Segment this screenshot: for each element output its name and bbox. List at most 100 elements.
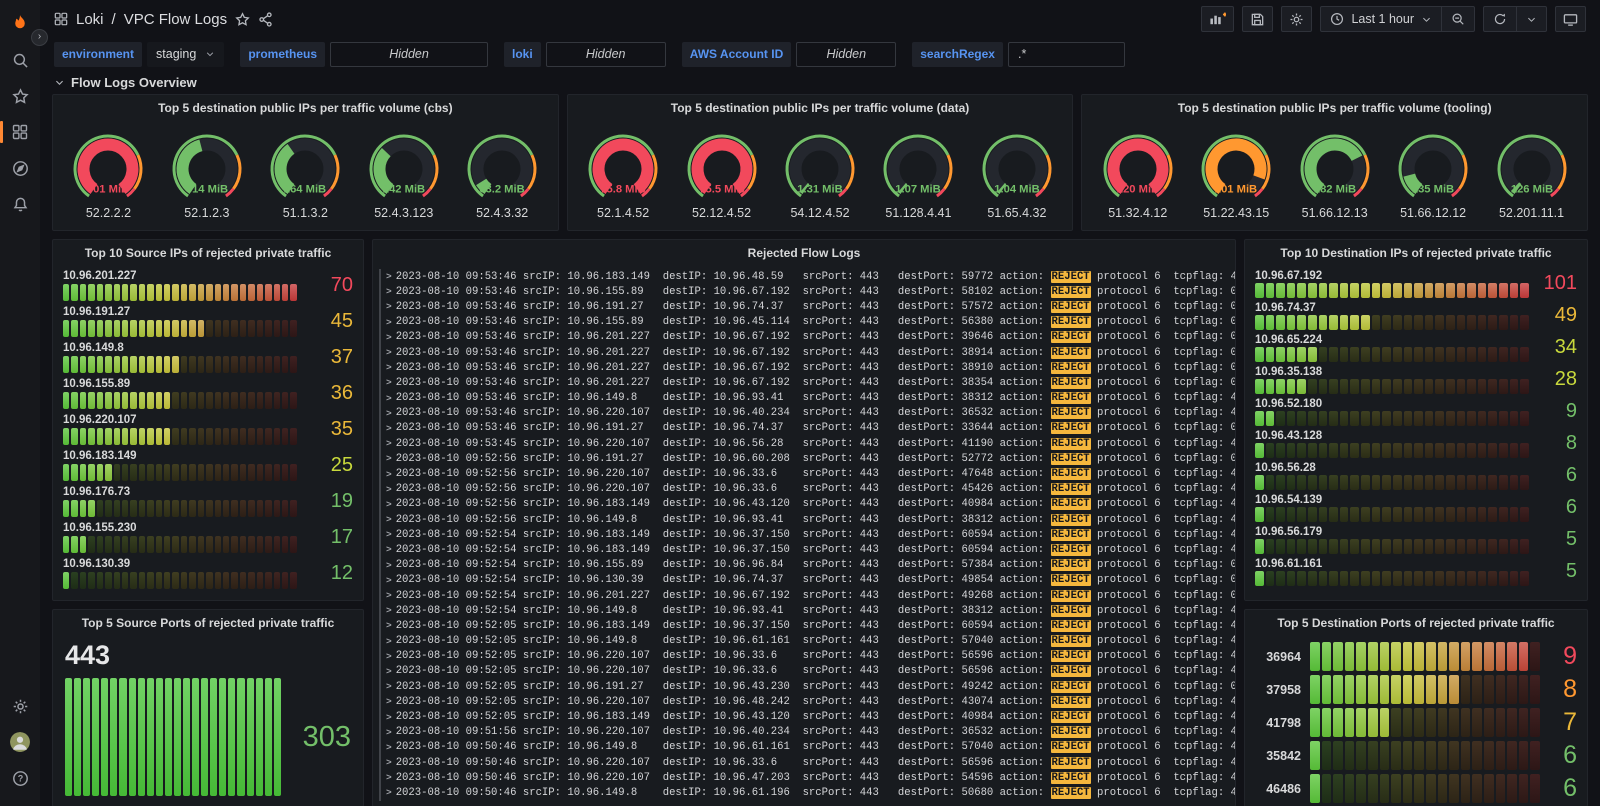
log-line[interactable]: >2023-08-10 09:52:05 srcIP: 10.96.183.14… — [379, 709, 1229, 724]
bar-gauge-row[interactable]: 10.96.191.2745 — [63, 305, 353, 337]
log-line[interactable]: >2023-08-10 09:53:46 srcIP: 10.96.191.27… — [379, 421, 1229, 436]
variable-environment-select[interactable]: staging — [147, 42, 224, 67]
gauge[interactable]: 201 MiB51.22.43.15 — [1189, 131, 1283, 220]
variable-search-regex-input[interactable]: .* — [1008, 42, 1125, 67]
panel-title[interactable]: Top 5 Destination Ports of rejected priv… — [1245, 610, 1587, 636]
gauge[interactable]: 242 MiB52.4.3.123 — [357, 131, 451, 220]
log-line[interactable]: >2023-08-10 09:53:46 srcIP: 10.96.201.22… — [379, 345, 1229, 360]
row-flow-logs-overview[interactable]: Flow Logs Overview — [40, 70, 1600, 94]
log-line[interactable]: >2023-08-10 09:52:54 srcIP: 10.96.130.39… — [379, 573, 1229, 588]
tv-mode-button[interactable] — [1555, 6, 1586, 32]
log-expand-chevron-icon[interactable]: > — [386, 757, 392, 768]
log-expand-chevron-icon[interactable]: > — [386, 393, 392, 404]
log-line[interactable]: >2023-08-10 09:50:46 srcIP: 10.96.149.8 … — [379, 740, 1229, 755]
log-line[interactable]: >2023-08-10 09:52:54 srcIP: 10.96.155.89… — [379, 558, 1229, 573]
log-line[interactable]: >2023-08-10 09:51:56 srcIP: 10.96.220.10… — [379, 725, 1229, 740]
log-expand-chevron-icon[interactable]: > — [386, 514, 392, 525]
log-line[interactable]: >2023-08-10 09:52:05 srcIP: 10.96.220.10… — [379, 649, 1229, 664]
log-expand-chevron-icon[interactable]: > — [386, 605, 392, 616]
bar-gauge-row[interactable]: 10.96.35.13828 — [1255, 365, 1577, 394]
bar-gauge-row[interactable]: 10.96.201.22770 — [63, 269, 353, 301]
time-range-picker[interactable]: Last 1 hour — [1321, 7, 1441, 31]
log-line[interactable]: >2023-08-10 09:52:05 srcIP: 10.96.149.8 … — [379, 634, 1229, 649]
gauge[interactable]: 75.8 MiB52.1.4.52 — [576, 131, 670, 220]
log-line[interactable]: >2023-08-10 09:53:46 srcIP: 10.96.183.14… — [379, 269, 1229, 284]
refresh-interval-dropdown[interactable] — [1516, 7, 1546, 31]
bar-gauge-row[interactable]: 303 — [65, 678, 351, 796]
bar-gauge-row[interactable]: 10.96.130.3912 — [63, 557, 353, 589]
gauge[interactable]: 75.5 MiB52.12.4.52 — [675, 131, 769, 220]
dashboard-settings-button[interactable] — [1281, 6, 1312, 32]
log-line[interactable]: >2023-08-10 09:52:05 srcIP: 10.96.183.14… — [379, 618, 1229, 633]
bar-gauge-row[interactable]: 10.96.155.8936 — [63, 377, 353, 409]
log-line[interactable]: >2023-08-10 09:52:05 srcIP: 10.96.191.27… — [379, 679, 1229, 694]
panel-title[interactable]: Top 5 destination public IPs per traffic… — [568, 95, 1073, 121]
log-expand-chevron-icon[interactable]: > — [386, 453, 392, 464]
log-expand-chevron-icon[interactable]: > — [386, 787, 392, 798]
log-line[interactable]: >2023-08-10 09:52:56 srcIP: 10.96.149.8 … — [379, 512, 1229, 527]
panel-title[interactable]: Top 10 Source IPs of rejected private tr… — [53, 240, 363, 266]
panel-title[interactable]: Top 10 Destination IPs of rejected priva… — [1245, 240, 1587, 266]
settings-gear-icon[interactable] — [5, 693, 35, 719]
log-line[interactable]: >2023-08-10 09:52:56 srcIP: 10.96.191.27… — [379, 451, 1229, 466]
log-line[interactable]: >2023-08-10 09:52:05 srcIP: 10.96.220.10… — [379, 664, 1229, 679]
star-dashboard-icon[interactable] — [235, 12, 250, 27]
panel-title[interactable]: Top 5 Source Ports of rejected private t… — [53, 610, 363, 636]
bar-gauge-row[interactable]: 10.96.220.10735 — [63, 413, 353, 445]
log-line[interactable]: >2023-08-10 09:52:05 srcIP: 10.96.220.10… — [379, 694, 1229, 709]
log-expand-chevron-icon[interactable]: > — [386, 666, 392, 677]
log-line[interactable]: >2023-08-10 09:52:54 srcIP: 10.96.201.22… — [379, 588, 1229, 603]
dashboard-title[interactable]: VPC Flow Logs — [124, 11, 227, 28]
log-line[interactable]: >2023-08-10 09:53:46 srcIP: 10.96.201.22… — [379, 360, 1229, 375]
log-expand-chevron-icon[interactable]: > — [386, 529, 392, 540]
bar-gauge-row[interactable]: 10.96.176.7319 — [63, 485, 353, 517]
log-expand-chevron-icon[interactable]: > — [386, 499, 392, 510]
log-line[interactable]: >2023-08-10 09:53:46 srcIP: 10.96.191.27… — [379, 299, 1229, 314]
log-expand-chevron-icon[interactable]: > — [386, 590, 392, 601]
bar-gauge-row[interactable]: 10.96.149.837 — [63, 341, 353, 373]
log-line[interactable]: >2023-08-10 09:53:46 srcIP: 10.96.155.89… — [379, 284, 1229, 299]
variable-aws-account-input[interactable]: Hidden — [796, 42, 896, 67]
log-line[interactable]: >2023-08-10 09:53:46 srcIP: 10.96.201.22… — [379, 330, 1229, 345]
gauge[interactable]: 1.04 MiB51.65.4.32 — [970, 131, 1064, 220]
log-line[interactable]: >2023-08-10 09:52:54 srcIP: 10.96.149.8 … — [379, 603, 1229, 618]
explore-compass-icon[interactable] — [5, 155, 35, 181]
breadcrumb-folder[interactable]: Loki — [76, 11, 104, 28]
log-line[interactable]: >2023-08-10 09:53:46 srcIP: 10.96.149.8 … — [379, 391, 1229, 406]
log-expand-chevron-icon[interactable]: > — [386, 317, 392, 328]
log-expand-chevron-icon[interactable]: > — [386, 423, 392, 434]
variable-loki-input[interactable]: Hidden — [546, 42, 666, 67]
grafana-logo-icon[interactable] — [5, 11, 35, 37]
bar-gauge-row[interactable]: 464866 — [1255, 774, 1577, 803]
bar-gauge-row[interactable]: 417987 — [1255, 708, 1577, 737]
user-avatar[interactable] — [5, 729, 35, 755]
gauge[interactable]: 264 MiB51.1.3.2 — [258, 131, 352, 220]
log-expand-chevron-icon[interactable]: > — [386, 575, 392, 586]
bar-gauge-row[interactable]: 379588 — [1255, 675, 1577, 704]
log-expand-chevron-icon[interactable]: > — [386, 362, 392, 373]
bar-gauge-row[interactable]: 10.96.54.1396 — [1255, 493, 1577, 522]
log-line[interactable]: >2023-08-10 09:53:45 srcIP: 10.96.220.10… — [379, 436, 1229, 451]
panel-title[interactable]: Rejected Flow Logs — [373, 240, 1235, 266]
gauge[interactable]: 182 MiB51.66.12.13 — [1288, 131, 1382, 220]
log-line[interactable]: >2023-08-10 09:50:46 srcIP: 10.96.220.10… — [379, 770, 1229, 785]
save-dashboard-button[interactable] — [1242, 6, 1273, 32]
add-panel-button[interactable] — [1201, 6, 1234, 32]
bar-gauge-row[interactable]: 10.96.52.1809 — [1255, 397, 1577, 426]
gauge[interactable]: 126 MiB52.201.11.1 — [1485, 131, 1579, 220]
log-expand-chevron-icon[interactable]: > — [386, 560, 392, 571]
log-line[interactable]: >2023-08-10 09:52:54 srcIP: 10.96.183.14… — [379, 527, 1229, 542]
log-line[interactable]: >2023-08-10 09:53:46 srcIP: 10.96.201.22… — [379, 375, 1229, 390]
log-expand-chevron-icon[interactable]: > — [386, 469, 392, 480]
log-expand-chevron-icon[interactable]: > — [386, 286, 392, 297]
bar-gauge-row[interactable]: 10.96.74.3749 — [1255, 301, 1577, 330]
log-expand-chevron-icon[interactable]: > — [386, 727, 392, 738]
log-expand-chevron-icon[interactable]: > — [386, 544, 392, 555]
gauge[interactable]: 1.07 MiB51.128.4.41 — [871, 131, 965, 220]
log-expand-chevron-icon[interactable]: > — [386, 696, 392, 707]
search-icon[interactable] — [5, 47, 35, 73]
starred-icon[interactable] — [5, 83, 35, 109]
log-expand-chevron-icon[interactable]: > — [386, 484, 392, 495]
gauge[interactable]: 63.2 MiB52.4.3.32 — [455, 131, 549, 220]
bar-gauge-row[interactable]: 10.96.67.192101 — [1255, 269, 1577, 298]
